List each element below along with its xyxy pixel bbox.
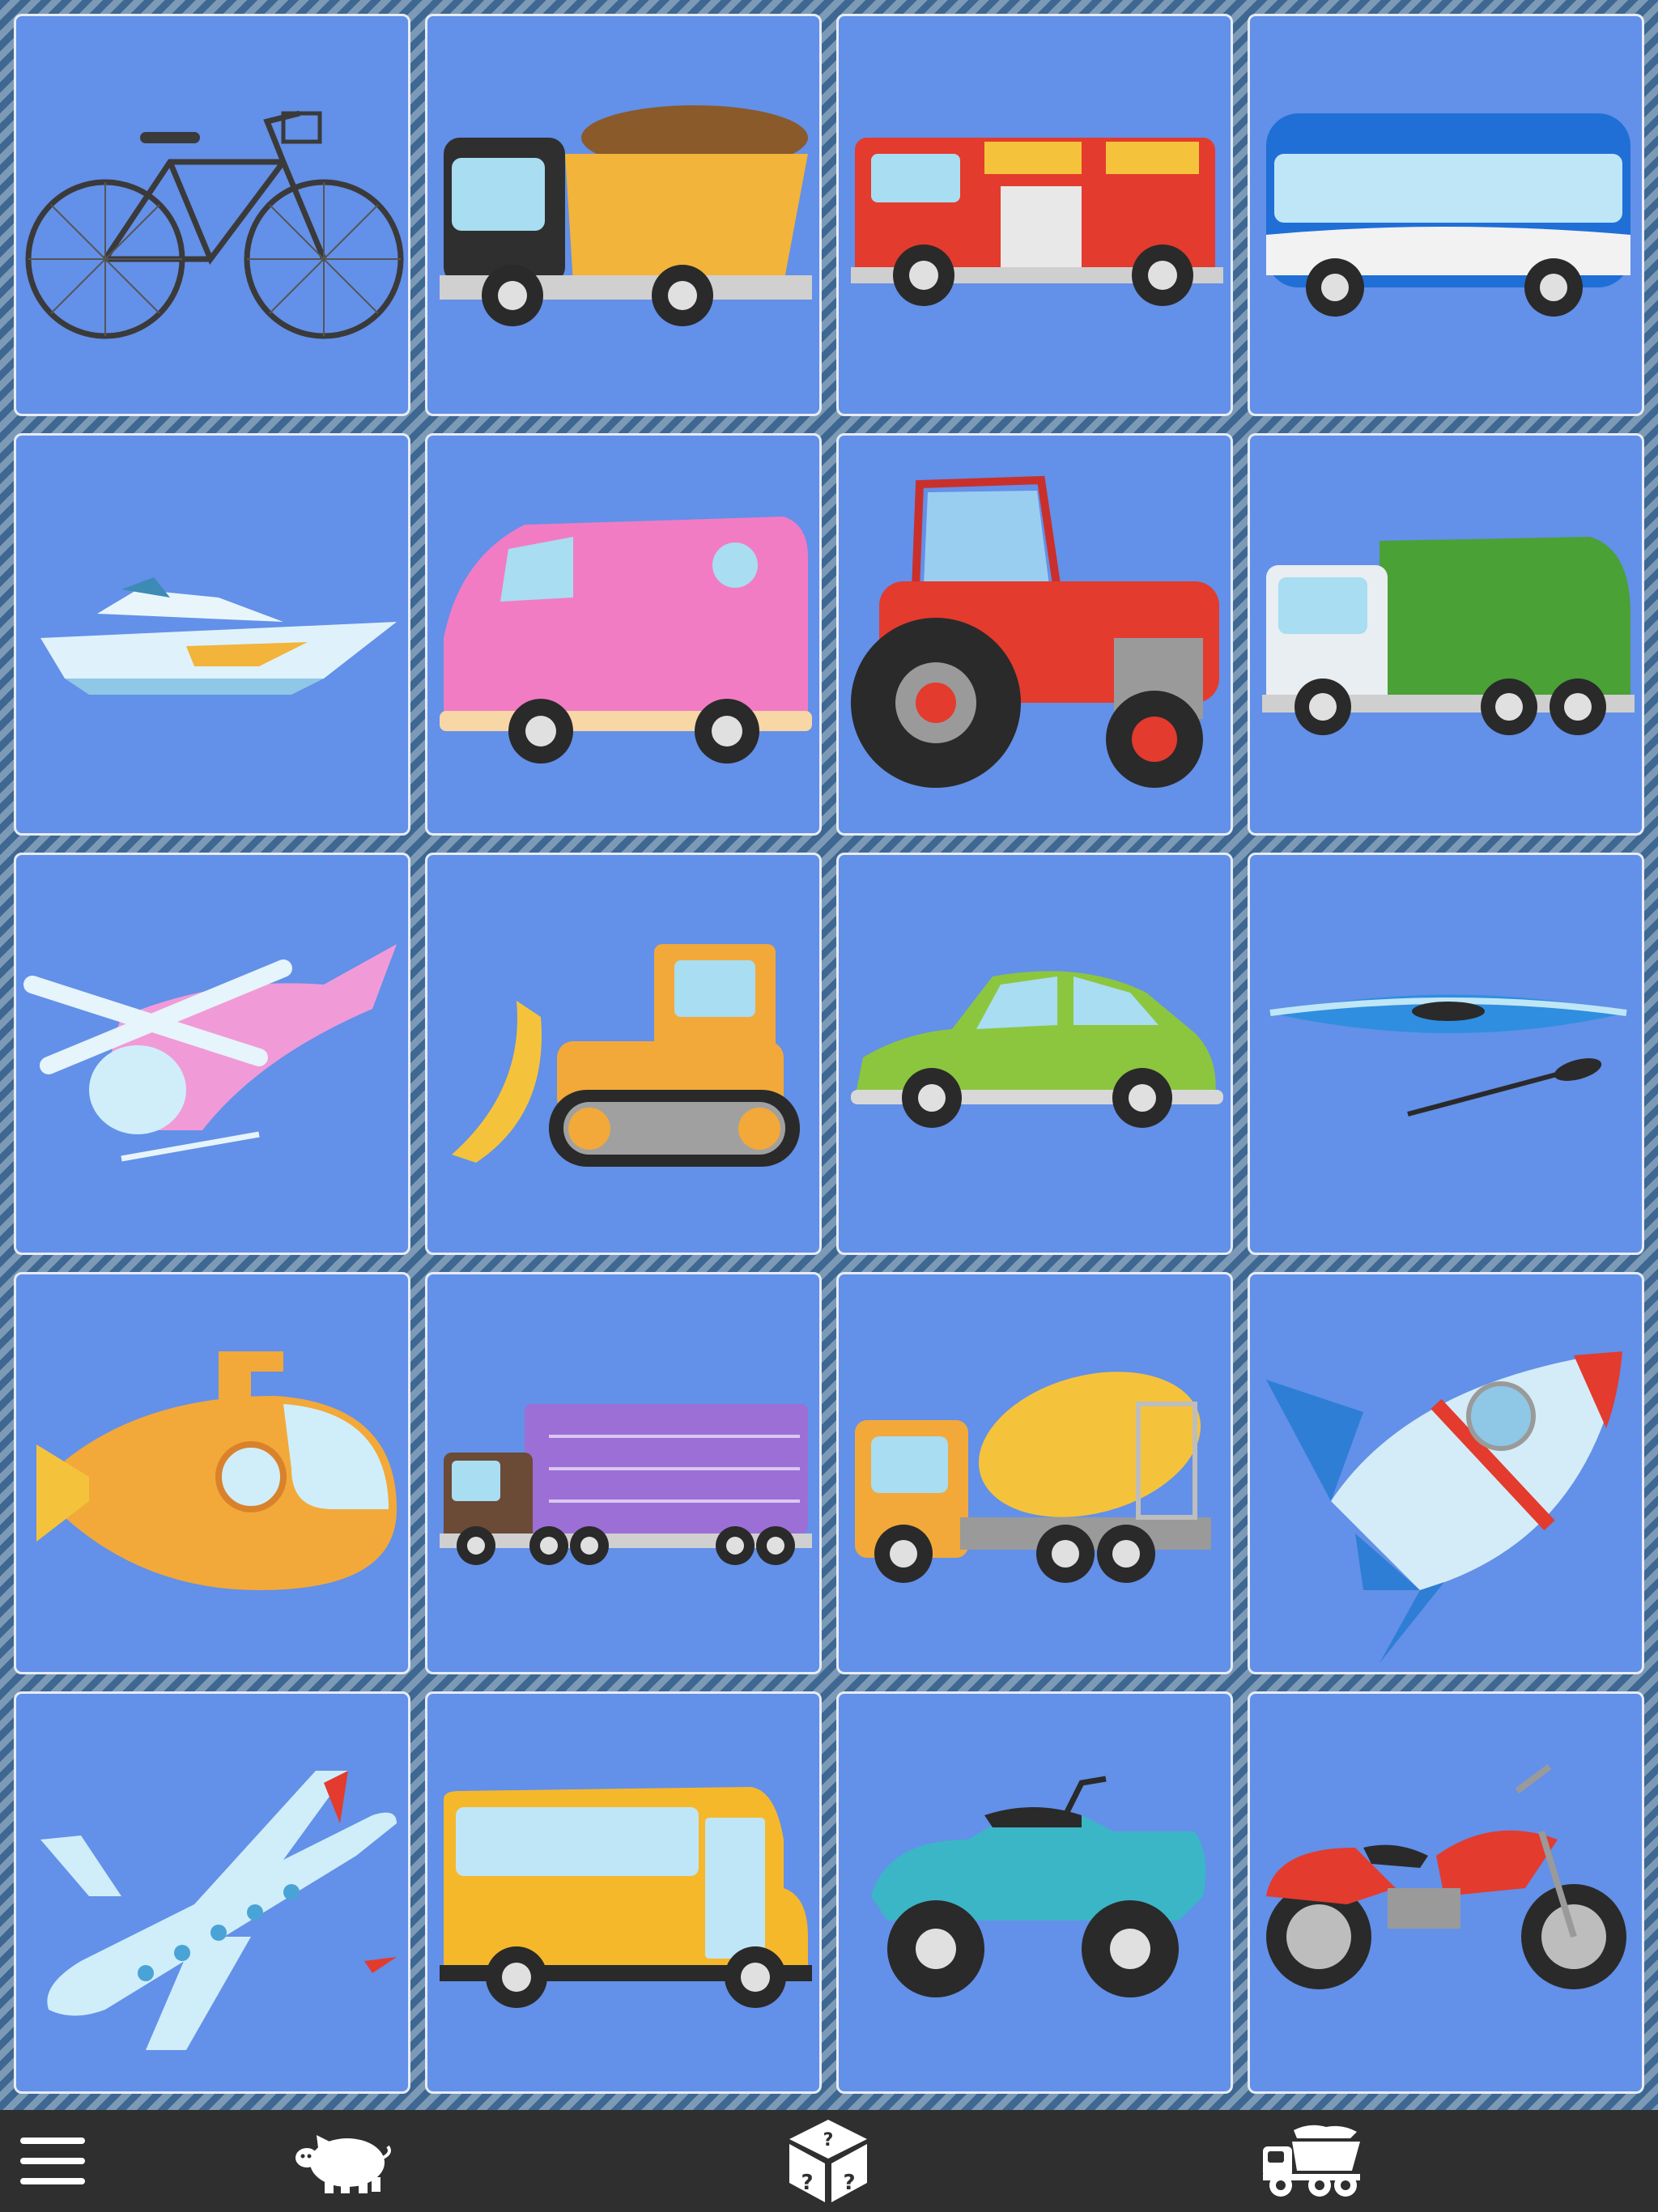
van-icon	[440, 517, 812, 764]
card-bulldozer[interactable]	[425, 853, 822, 1255]
bulldozer-icon	[452, 944, 800, 1167]
pig-icon	[295, 2135, 391, 2193]
bicycle-icon	[25, 110, 404, 339]
motorcycle-icon	[1266, 1763, 1626, 1989]
card-van[interactable]	[425, 433, 822, 836]
card-garbage-truck[interactable]	[1248, 433, 1644, 836]
card-kayak[interactable]	[1248, 853, 1644, 1255]
card-quad-bike[interactable]	[836, 1691, 1233, 2094]
speedboat-icon	[40, 577, 397, 695]
menu-button[interactable]	[8, 2110, 97, 2212]
svg-text:?: ?	[823, 2130, 834, 2150]
rocket-icon	[1266, 1351, 1622, 1663]
airplane-icon	[40, 1771, 397, 2050]
card-semi-truck[interactable]	[425, 1272, 822, 1674]
bottom-toolbar: ? ? ?	[0, 2110, 1658, 2212]
quad-bike-icon	[871, 1776, 1206, 1997]
garbage-truck-icon	[1262, 537, 1635, 735]
card-tractor[interactable]	[836, 433, 1233, 836]
hamburger-menu-icon	[20, 2138, 85, 2184]
animals-category-button[interactable]	[287, 2110, 401, 2212]
dice-icon: ? ? ?	[789, 2120, 867, 2202]
card-car[interactable]	[836, 853, 1233, 1255]
card-motorcycle[interactable]	[1248, 1691, 1644, 2094]
card-airplane[interactable]	[14, 1691, 410, 2094]
card-submarine[interactable]	[14, 1272, 410, 1674]
card-cement-mixer[interactable]	[836, 1272, 1233, 1674]
kayak-icon	[1269, 994, 1627, 1117]
random-button[interactable]: ? ? ?	[772, 2110, 885, 2212]
dump-truck-icon	[440, 105, 812, 326]
card-helicopter[interactable]	[14, 853, 410, 1255]
car-icon	[851, 971, 1223, 1128]
card-dump-truck[interactable]	[425, 14, 822, 416]
tractor-icon	[851, 475, 1219, 788]
submarine-icon	[36, 1351, 397, 1590]
card-rocket[interactable]	[1248, 1272, 1644, 1674]
cement-mixer-icon	[855, 1372, 1211, 1583]
semi-truck-icon	[440, 1404, 812, 1565]
bus-icon	[1266, 113, 1630, 317]
card-school-bus[interactable]	[425, 1691, 822, 2094]
helicopter-icon	[23, 944, 397, 1162]
svg-text:?: ?	[801, 2171, 813, 2195]
card-fire-truck[interactable]	[836, 14, 1233, 416]
svg-text:?: ?	[843, 2171, 855, 2195]
card-speedboat[interactable]	[14, 433, 410, 836]
fire-truck-icon	[851, 138, 1223, 306]
card-grid	[0, 0, 1658, 2110]
card-bicycle[interactable]	[14, 14, 410, 416]
dump-truck-icon	[1263, 2125, 1360, 2197]
vehicles-category-button[interactable]	[1255, 2110, 1368, 2212]
school-bus-icon	[440, 1787, 812, 2008]
card-bus[interactable]	[1248, 14, 1644, 416]
